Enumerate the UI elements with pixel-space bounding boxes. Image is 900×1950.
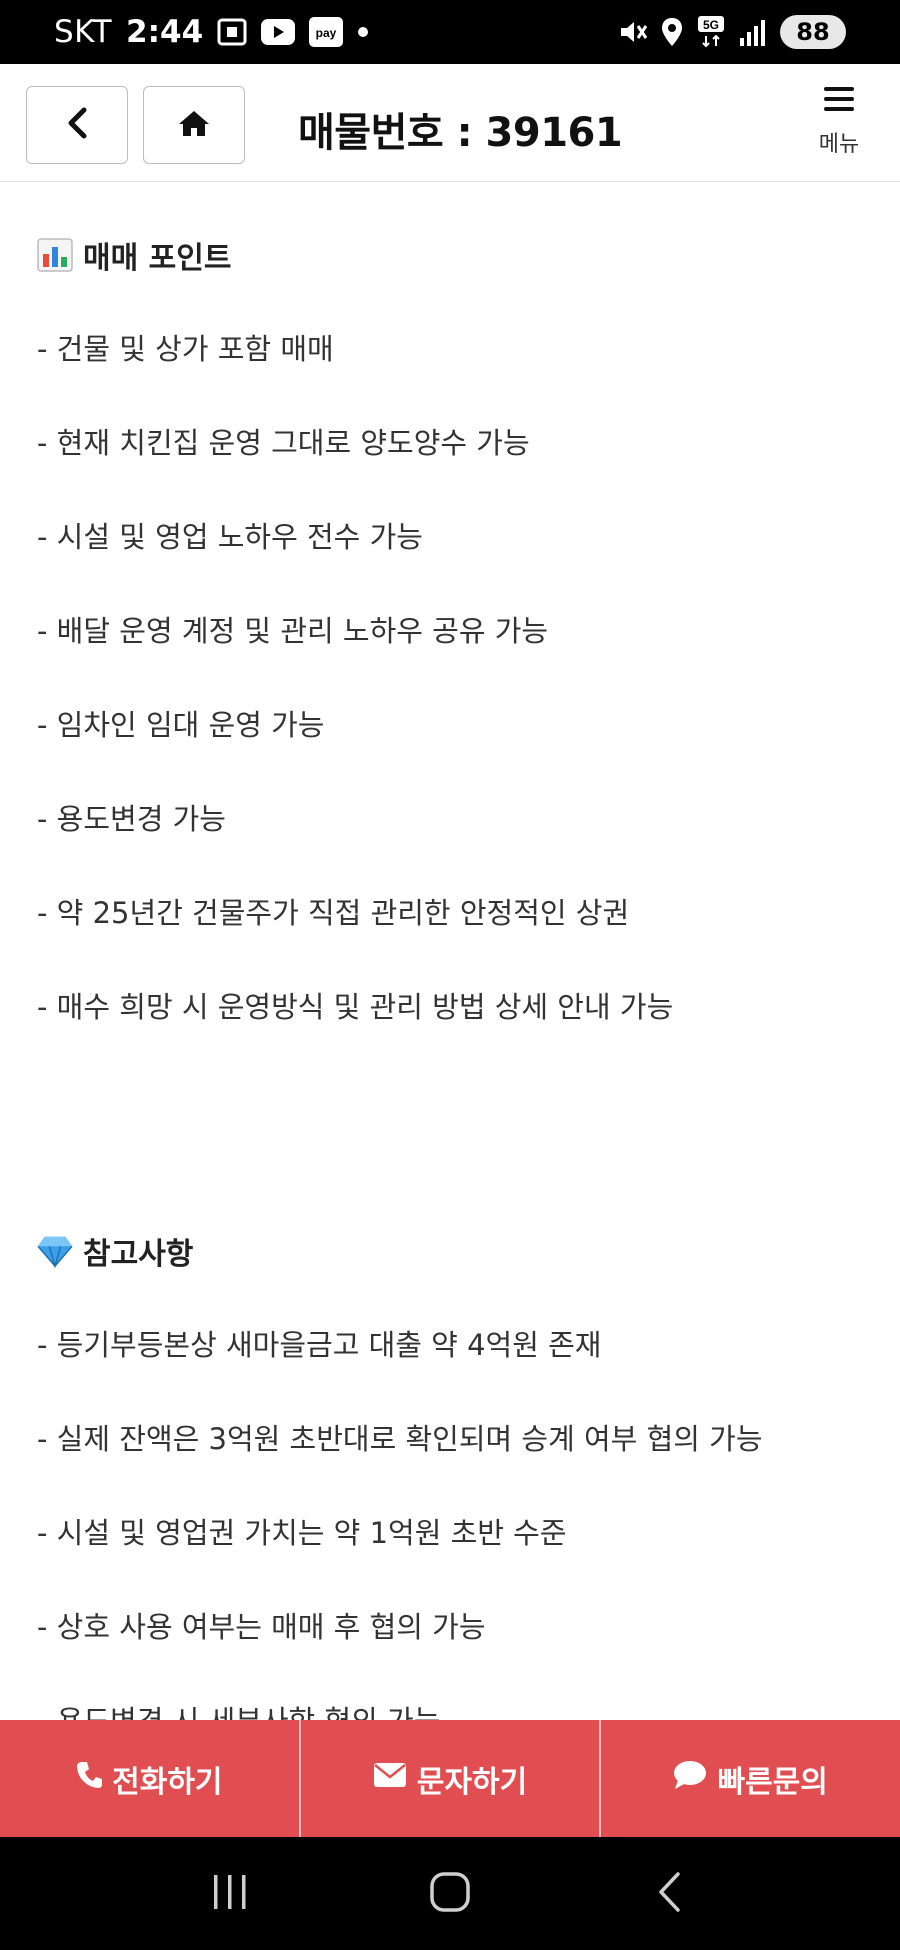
phone-icon	[76, 1761, 103, 1797]
location-icon	[660, 17, 684, 47]
home-icon	[178, 109, 210, 141]
sms-button[interactable]: 문자하기	[301, 1720, 602, 1837]
hamburger-icon	[822, 84, 856, 118]
quick-inquiry-button[interactable]: 빠른문의	[601, 1720, 900, 1837]
chat-bubble-icon	[673, 1760, 707, 1798]
list-item: - 건물 및 상가 포함 매매	[37, 332, 334, 366]
recent-apps-button[interactable]	[200, 1864, 260, 1924]
action-bar: 전화하기 문자하기 빠른문의	[0, 1720, 900, 1837]
list-item: - 실제 잔액은 3억원 초반대로 확인되며 승계 여부 협의 가능	[37, 1422, 763, 1456]
list-item: - 용도변경 시 세부사항 협의 가능	[37, 1701, 900, 1720]
home-button[interactable]	[143, 86, 245, 164]
listing-content[interactable]: 매매 포인트 - 건물 및 상가 포함 매매 - 현재 치킨집 운영 그대로 양…	[0, 183, 900, 1720]
list-item: - 용도변경 가능	[37, 802, 226, 836]
youtube-icon	[261, 19, 296, 45]
section-title-notes: 참고사항	[37, 1231, 900, 1272]
menu-label: 메뉴	[818, 132, 860, 157]
bar-chart-icon	[37, 237, 73, 273]
list-item: - 시설 및 영업 노하우 전수 가능	[37, 520, 423, 554]
notification-dot-icon	[357, 26, 369, 38]
section-title-text: 참고사항	[83, 1237, 194, 1272]
envelope-icon	[373, 1761, 407, 1796]
page-title: 매물번호 : 39161	[298, 110, 623, 156]
list-item: - 현재 치킨집 운영 그대로 양도양수 가능	[37, 426, 530, 460]
sms-label: 문자하기	[416, 1764, 528, 1800]
chevron-left-icon	[64, 106, 90, 144]
section-title-text: 매매 포인트	[83, 241, 232, 276]
list-item: - 약 25년간 건물주가 직접 관리한 안정적인 상권	[37, 896, 630, 930]
list-item: - 배달 운영 계정 및 관리 노하우 공유 가능	[37, 614, 549, 648]
section-title-sale-points: 매매 포인트	[37, 235, 900, 276]
system-nav-bar	[0, 1837, 900, 1950]
battery-level: 88	[796, 18, 830, 46]
recent-apps-icon	[210, 1873, 250, 1915]
pay-icon: pay	[309, 17, 344, 47]
mute-icon	[618, 17, 648, 47]
list-item: - 등기부등본상 새마을금고 대출 약 4억원 존재	[37, 1328, 602, 1362]
list-item: - 상호 사용 여부는 매매 후 협의 가능	[37, 1610, 486, 1644]
back-chevron-icon	[656, 1871, 684, 1917]
back-nav-button[interactable]	[640, 1864, 700, 1924]
home-circle-icon	[429, 1871, 471, 1917]
list-item: - 임차인 임대 운영 가능	[37, 708, 325, 742]
inquiry-label: 빠른문의	[717, 1764, 828, 1800]
list-item: - 매수 희망 시 운영방식 및 관리 방법 상세 안내 가능	[37, 990, 674, 1024]
back-button[interactable]	[26, 86, 128, 164]
status-bar: SKT 2:44 pay 5G 88	[0, 0, 900, 64]
menu-button[interactable]: 메뉴	[804, 84, 874, 164]
list-item: - 시설 및 영업권 가치는 약 1억원 초반 수준	[37, 1516, 567, 1550]
home-nav-button[interactable]	[420, 1864, 480, 1924]
gem-icon	[37, 1233, 73, 1269]
header: 매물번호 : 39161 메뉴	[0, 64, 900, 182]
signal-icon	[738, 18, 768, 46]
svg-text:5G: 5G	[703, 18, 719, 32]
call-label: 전화하기	[112, 1764, 223, 1800]
status-time: 2:44	[126, 14, 204, 50]
battery-indicator: 88	[780, 15, 846, 49]
carrier-label: SKT	[54, 14, 113, 50]
call-button[interactable]: 전화하기	[0, 1720, 301, 1837]
5g-icon: 5G	[696, 16, 726, 48]
svg-text:pay: pay	[316, 26, 337, 40]
screenshot-icon	[217, 18, 247, 46]
